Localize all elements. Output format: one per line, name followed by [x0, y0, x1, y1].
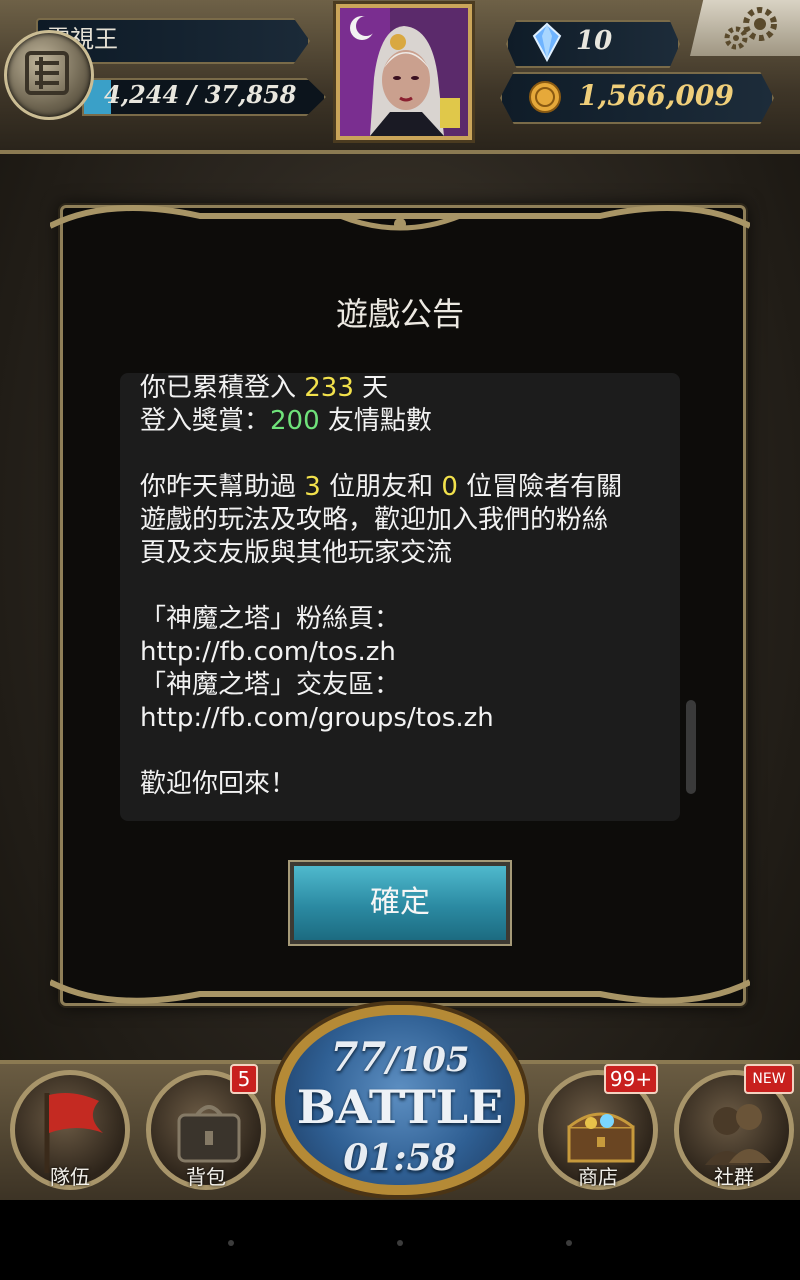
announcement-text: 你已累積登入 233 天登入獎賞：200 友情點數 你昨天幫助過 3 位朋友和 0…: [140, 372, 680, 801]
nav-dot-center: [397, 1240, 403, 1246]
announcement-line: 遊戲的玩法及攻略，歡迎加入我們的粉絲: [140, 504, 680, 537]
gear-icon: [724, 7, 777, 50]
ornament-top: [50, 205, 750, 231]
announcement-segment: 天: [353, 373, 389, 403]
announcement-segment: 位冒險者有關: [457, 472, 623, 502]
announcement-segment: 你已累積登入: [140, 373, 305, 403]
team-label: 隊伍: [50, 1165, 90, 1189]
nav-dot-right: [566, 1240, 572, 1246]
social-badge: NEW: [744, 1064, 794, 1094]
announcement-segment: 位朋友和: [320, 472, 442, 502]
highlight-value: 3: [304, 472, 321, 502]
bag-badge: 5: [230, 1064, 258, 1094]
coin-icon: [529, 81, 561, 113]
announcement-line: [140, 570, 680, 603]
game-screen: 電視王 4,244 / 37,858 10 1,566,009 遊戲公告 你已累…: [0, 0, 800, 1200]
announcement-segment: 友情點數: [319, 406, 432, 436]
settings-button[interactable]: [690, 0, 800, 56]
menu-badge-button[interactable]: [4, 30, 94, 120]
gem-count: 10: [576, 26, 613, 56]
stamina-timer: 01:58: [343, 1137, 457, 1179]
announcement-segment: 登入獎賞：: [140, 406, 271, 436]
leader-portrait[interactable]: [336, 4, 472, 140]
announcement-segment: 你昨天幫助過: [140, 472, 305, 502]
highlight-value: 0: [441, 472, 458, 502]
announcement-segment: http://fb.com/groups/tos.zh: [140, 703, 494, 733]
announcement-segment: 遊戲的玩法及攻略，歡迎加入我們的粉絲: [140, 505, 609, 535]
stamina-readout: 77/105: [300, 1034, 500, 1084]
announcement-segment: http://fb.com/tos.zh: [140, 637, 396, 667]
character-portrait-icon: [340, 8, 468, 136]
shop-badge: 99+: [604, 1064, 658, 1094]
announcement-line: 歡迎你回來！: [140, 768, 680, 801]
announcement-line: 你昨天幫助過 3 位朋友和 0 位冒險者有關: [140, 471, 680, 504]
announcement-line: 頁及交友版與其他玩家交流: [140, 537, 680, 570]
announcement-segment: 「神魔之塔」交友區：: [140, 670, 401, 700]
highlight-value: 233: [304, 373, 354, 403]
announcement-segment: 歡迎你回來！: [140, 769, 297, 799]
highlight-value: 200: [270, 406, 320, 436]
announcement-segment: 「神魔之塔」粉絲頁：: [140, 604, 401, 634]
coin-count: 1,566,009: [578, 79, 734, 112]
announcement-line: 「神魔之塔」粉絲頁：: [140, 603, 680, 636]
hp-text: 4,244 / 37,858: [104, 80, 297, 109]
stamina-max: /105: [386, 1040, 470, 1080]
announcement-segment: 頁及交友版與其他玩家交流: [140, 538, 453, 568]
announcement-line: 登入獎賞：200 友情點數: [140, 405, 680, 438]
menu-glyph-icon: [25, 51, 69, 95]
announcement-line: [140, 735, 680, 768]
diamond-icon: [532, 22, 562, 62]
battle-label: BATTLE: [296, 1080, 504, 1134]
nav-dot-left: [228, 1240, 234, 1246]
announcement-line: http://fb.com/tos.zh: [140, 636, 680, 669]
announcement-line: 「神魔之塔」交友區：: [140, 669, 680, 702]
announcement-line: 你已累積登入 233 天: [140, 372, 680, 405]
scrollbar[interactable]: [686, 700, 696, 794]
announcement-line: [140, 438, 680, 471]
stamina-current: 77: [330, 1034, 387, 1081]
announcement-line: http://fb.com/groups/tos.zh: [140, 702, 680, 735]
bag-label: 背包: [186, 1165, 226, 1189]
confirm-button[interactable]: 確定: [288, 860, 512, 946]
social-label: 社群: [714, 1165, 754, 1189]
dialog-title: 遊戲公告: [335, 295, 464, 333]
shop-label: 商店: [578, 1165, 618, 1189]
